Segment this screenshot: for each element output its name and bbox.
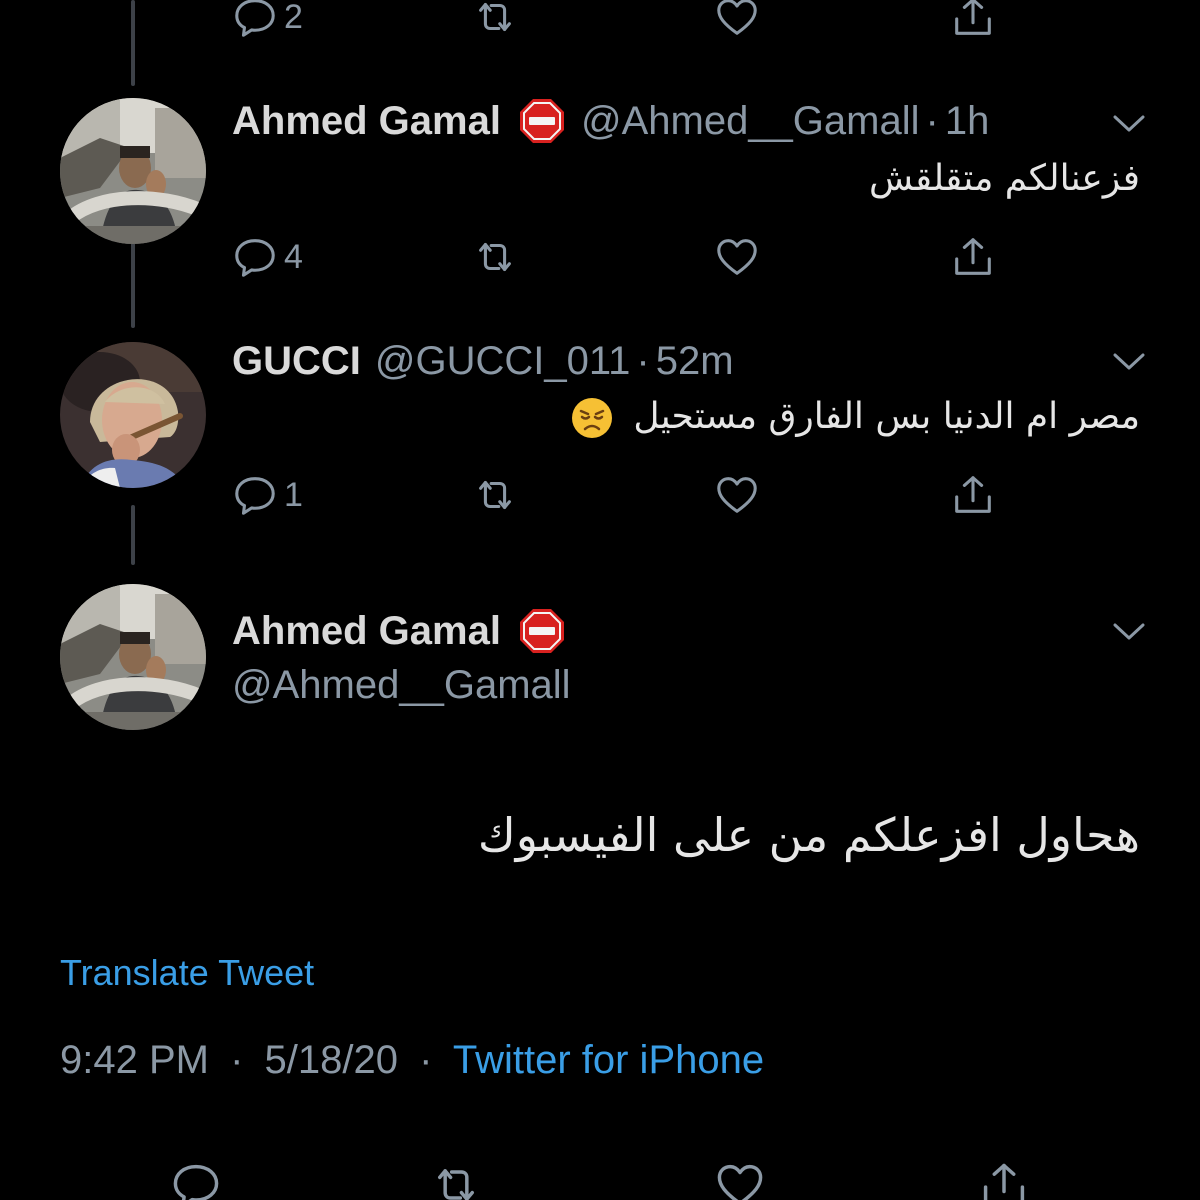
share-icon — [950, 472, 996, 518]
share-button[interactable] — [978, 1160, 1030, 1200]
retweet-button[interactable] — [472, 232, 518, 282]
thread-line-top — [131, 0, 135, 86]
main-tweet-actions — [0, 1160, 1200, 1200]
retweet-button[interactable] — [472, 470, 518, 520]
reply-button[interactable]: 1 — [232, 470, 303, 520]
tweet-text: فزعنالكم متقلقش — [868, 158, 1140, 199]
reply-count: 1 — [284, 475, 303, 514]
more-options-button[interactable] — [1112, 622, 1146, 642]
tweet-time: 1h — [944, 98, 990, 143]
like-button[interactable] — [714, 0, 760, 42]
main-tweet-text: هحاول افزعلكم من على الفيسبوك — [477, 808, 1140, 862]
like-button[interactable] — [714, 470, 760, 520]
share-button[interactable] — [950, 470, 996, 520]
share-button[interactable] — [950, 232, 996, 282]
stop-sign-emoji — [517, 96, 567, 146]
like-button[interactable] — [714, 1160, 766, 1200]
main-tweet-handle-line: @Ahmed__Gamall — [232, 660, 571, 710]
tweet-source-link[interactable]: Twitter for iPhone — [453, 1038, 764, 1082]
reply-bubble-icon — [232, 472, 278, 518]
retweet-icon — [472, 0, 518, 40]
tweet-time: 52m — [655, 338, 734, 383]
heart-icon — [714, 472, 760, 518]
share-icon — [950, 0, 996, 40]
user-handle[interactable]: @Ahmed__Gamall — [232, 663, 571, 708]
tweet-date: 5/18/20 — [264, 1038, 399, 1082]
share-icon — [950, 234, 996, 280]
display-name[interactable]: GUCCI — [232, 339, 361, 384]
share-icon — [978, 1160, 1030, 1200]
reply-button[interactable] — [170, 1160, 222, 1200]
tweet-text: مصر ام الدنيا بس الفارق مستحيل — [570, 396, 1140, 440]
separator: · — [925, 98, 939, 143]
stop-sign-emoji — [517, 606, 567, 656]
more-options-button[interactable] — [1112, 352, 1146, 372]
reply-count: 4 — [284, 237, 303, 276]
chevron-down-icon — [1112, 622, 1146, 642]
heart-icon — [714, 0, 760, 40]
reply-button[interactable]: 2 — [232, 0, 303, 42]
retweet-button[interactable] — [472, 0, 518, 42]
tweet-metadata: 9:42 PM · 5/18/20 · Twitter for iPhone — [60, 1038, 764, 1083]
tweet-text-content: مصر ام الدنيا بس الفارق مستحيل — [633, 396, 1140, 437]
disappointed-face-emoji — [570, 396, 614, 440]
reply-bubble-icon — [170, 1160, 222, 1200]
reply-count: 2 — [284, 0, 303, 36]
thread-line-2 — [131, 505, 135, 565]
retweet-icon — [472, 472, 518, 518]
avatar-image — [60, 342, 206, 488]
chevron-down-icon — [1112, 352, 1146, 372]
display-name[interactable]: Ahmed Gamal — [232, 99, 501, 144]
display-name[interactable]: Ahmed Gamal — [232, 609, 501, 654]
reply-bubble-icon — [232, 234, 278, 280]
avatar[interactable] — [60, 584, 206, 730]
translate-tweet-link[interactable]: Translate Tweet — [60, 952, 314, 994]
heart-icon — [714, 1160, 766, 1200]
tweet-time: 9:42 PM — [60, 1038, 209, 1082]
top-tweet-actions: 2 — [232, 0, 1002, 42]
tweet-actions: 1 — [232, 470, 1002, 520]
separator: · — [230, 1038, 244, 1082]
user-handle[interactable]: @GUCCI_011 — [375, 339, 631, 384]
tweet-header: Ahmed Gamal @Ahmed__Gamall · 1h — [232, 96, 989, 146]
more-options-button[interactable] — [1112, 114, 1146, 134]
avatar[interactable] — [60, 342, 206, 488]
retweet-icon — [472, 234, 518, 280]
main-tweet-name-line: Ahmed Gamal — [232, 606, 581, 656]
heart-icon — [714, 234, 760, 280]
avatar[interactable] — [60, 98, 206, 244]
reply-bubble-icon — [232, 0, 278, 40]
user-handle[interactable]: @Ahmed__Gamall — [581, 99, 920, 144]
separator: · — [419, 1038, 433, 1082]
chevron-down-icon — [1112, 114, 1146, 134]
separator: · — [636, 338, 650, 383]
tweet-header: GUCCI @GUCCI_011 · 52m — [232, 336, 734, 386]
retweet-button[interactable] — [430, 1160, 482, 1200]
reply-button[interactable]: 4 — [232, 232, 303, 282]
retweet-icon — [430, 1160, 482, 1200]
avatar-image — [60, 584, 206, 730]
tweet-actions: 4 — [232, 232, 1002, 282]
share-button[interactable] — [950, 0, 996, 42]
like-button[interactable] — [714, 232, 760, 282]
avatar-image — [60, 98, 206, 244]
thread-line-1 — [131, 236, 135, 328]
